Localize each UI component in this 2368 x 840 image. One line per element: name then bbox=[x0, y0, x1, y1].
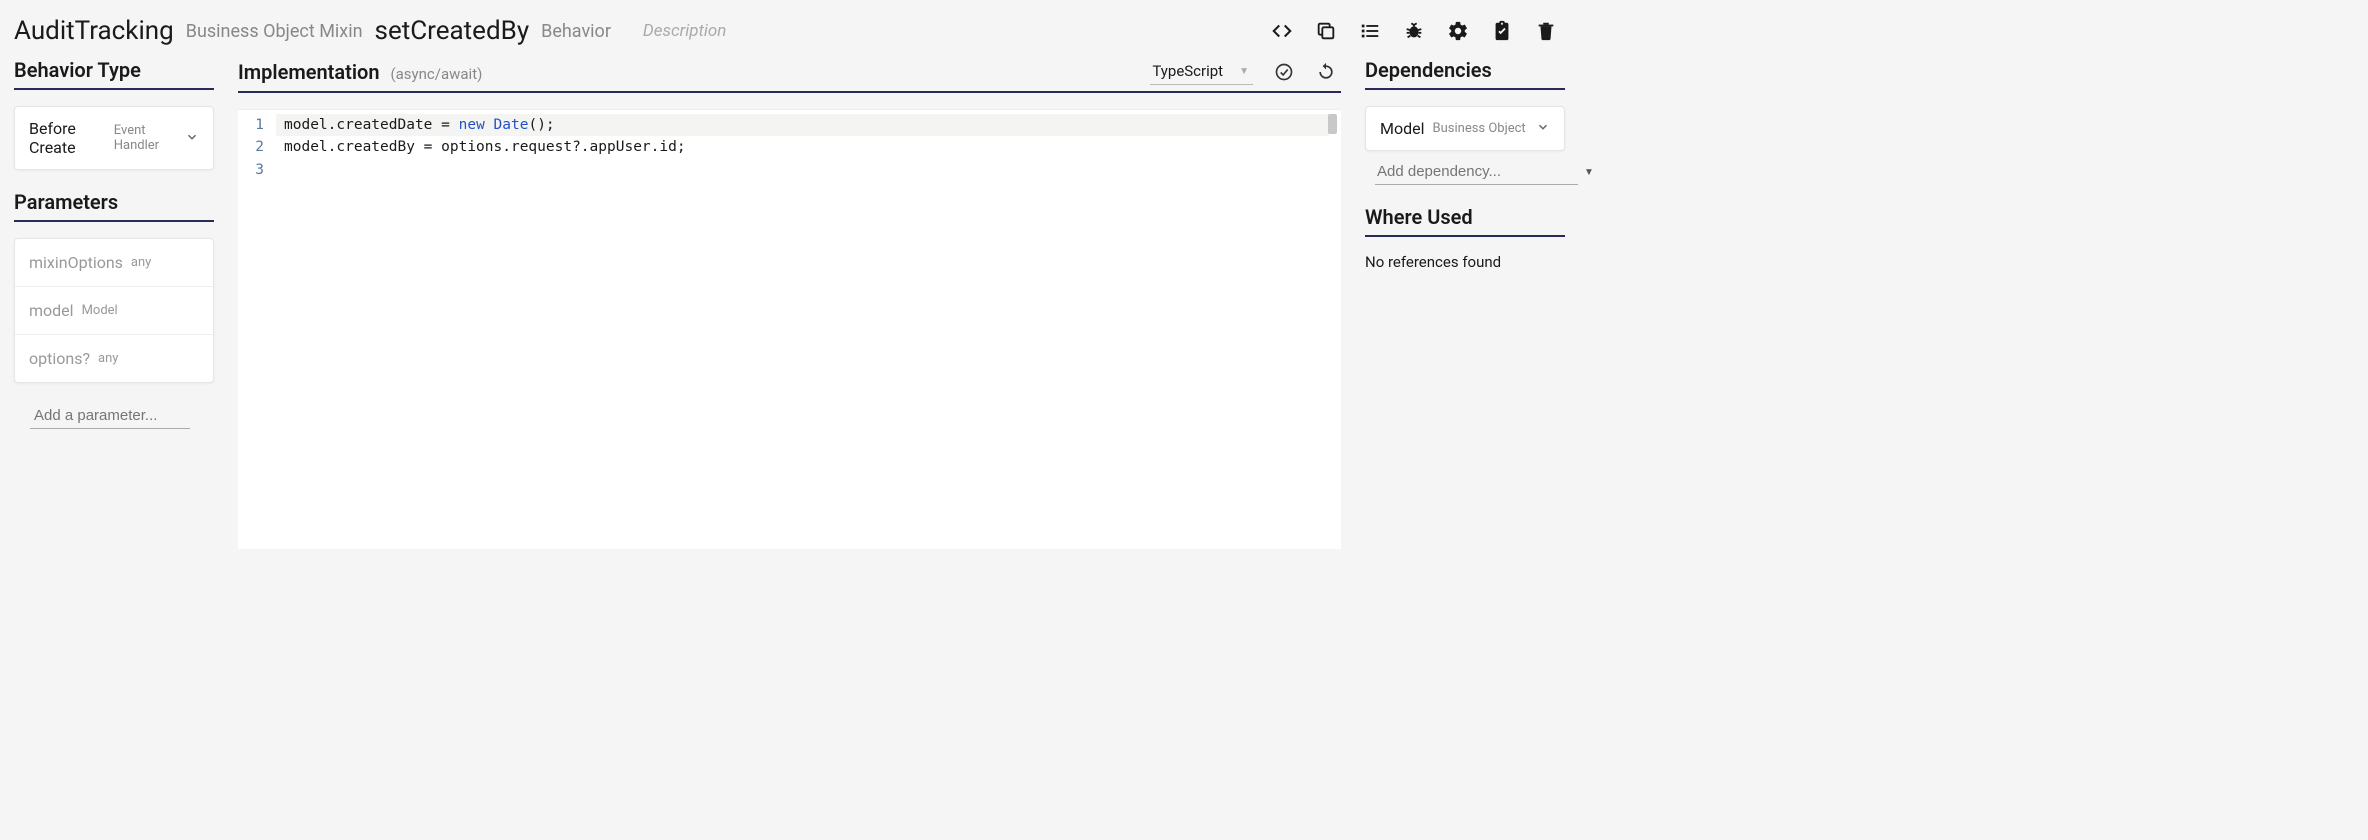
line-gutter: 1 2 3 bbox=[238, 110, 276, 549]
copy-icon[interactable] bbox=[1315, 20, 1337, 42]
behavior-type-sublabel: Event Handler bbox=[114, 123, 177, 153]
object-type-label: Business Object Mixin bbox=[186, 21, 363, 42]
add-dependency-input[interactable] bbox=[1375, 159, 1578, 185]
parameter-row[interactable]: model Model bbox=[15, 287, 213, 335]
clipboard-check-icon[interactable] bbox=[1491, 20, 1513, 42]
validate-icon[interactable] bbox=[1273, 61, 1295, 83]
language-select[interactable]: TypeScript ▼ bbox=[1150, 58, 1253, 85]
parameters-title: Parameters bbox=[14, 190, 214, 214]
where-used-title: Where Used bbox=[1365, 205, 1565, 229]
page-header: AuditTracking Business Object Mixin setC… bbox=[0, 0, 1579, 58]
code-icon[interactable] bbox=[1271, 20, 1293, 42]
chevron-down-icon bbox=[1536, 119, 1550, 138]
parameters-list: mixinOptions any model Model options? an… bbox=[14, 238, 214, 383]
implementation-column: Implementation (async/await) TypeScript … bbox=[238, 58, 1341, 549]
implementation-title: Implementation (async/await) bbox=[238, 60, 482, 84]
behavior-type-label: Before Create bbox=[29, 119, 106, 157]
gear-icon[interactable] bbox=[1447, 20, 1469, 42]
where-used-empty: No references found bbox=[1365, 253, 1565, 271]
right-column: Dependencies Model Business Object ▼ Whe… bbox=[1365, 58, 1565, 549]
bug-icon[interactable] bbox=[1403, 20, 1425, 42]
dependency-sublabel: Business Object bbox=[1433, 121, 1526, 136]
behavior-name: setCreatedBy bbox=[375, 16, 530, 46]
code-area[interactable]: model.createdDate = new Date(); model.cr… bbox=[276, 110, 1341, 549]
chevron-down-icon bbox=[185, 129, 199, 148]
dependency-item[interactable]: Model Business Object bbox=[1365, 106, 1565, 151]
behavior-type-title: Behavior Type bbox=[14, 58, 214, 82]
dependency-label: Model bbox=[1380, 119, 1425, 138]
code-editor[interactable]: 1 2 3 model.createdDate = new Date(); mo… bbox=[238, 109, 1341, 549]
description-placeholder[interactable]: Description bbox=[643, 21, 726, 41]
list-icon[interactable] bbox=[1359, 20, 1381, 42]
scrollbar-thumb[interactable] bbox=[1328, 114, 1337, 134]
parameter-type: any bbox=[131, 255, 151, 270]
behavior-type-dropdown[interactable]: Before Create Event Handler bbox=[14, 106, 214, 170]
parameter-row[interactable]: options? any bbox=[15, 335, 213, 382]
header-toolbar bbox=[1271, 20, 1565, 42]
parameter-name: mixinOptions bbox=[29, 253, 123, 272]
caret-down-icon[interactable]: ▼ bbox=[1584, 167, 1594, 178]
add-parameter-input[interactable] bbox=[30, 401, 190, 429]
parameter-type: any bbox=[98, 351, 118, 366]
parameter-name: options? bbox=[29, 349, 90, 368]
language-label: TypeScript bbox=[1152, 62, 1223, 80]
dependencies-title: Dependencies bbox=[1365, 58, 1565, 82]
delete-icon[interactable] bbox=[1535, 20, 1557, 42]
parameter-name: model bbox=[29, 301, 74, 320]
behavior-label: Behavior bbox=[541, 21, 611, 42]
refresh-icon[interactable] bbox=[1315, 61, 1337, 83]
parameter-type: Model bbox=[82, 303, 118, 318]
implementation-suffix: (async/await) bbox=[391, 65, 483, 83]
caret-down-icon: ▼ bbox=[1239, 66, 1249, 77]
left-column: Behavior Type Before Create Event Handle… bbox=[14, 58, 214, 549]
parameter-row[interactable]: mixinOptions any bbox=[15, 239, 213, 287]
object-name: AuditTracking bbox=[14, 16, 174, 46]
